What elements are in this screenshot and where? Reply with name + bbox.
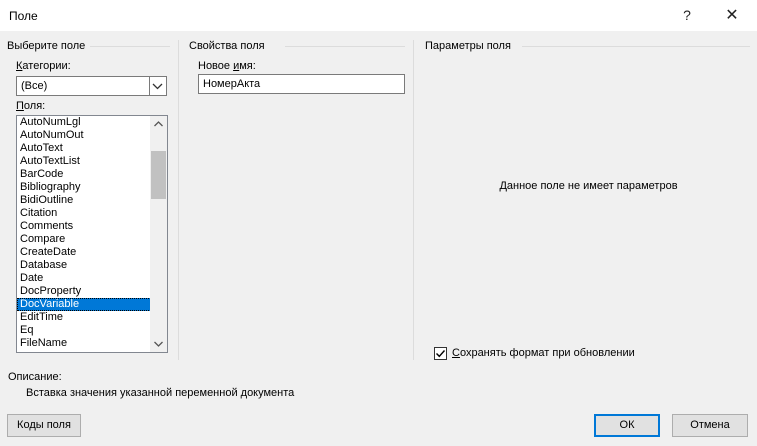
group-divider — [90, 46, 170, 47]
title-bar: Поле ? ✕ — [0, 0, 757, 31]
list-item[interactable]: Database — [17, 259, 151, 272]
description-label: Описание: — [8, 371, 62, 383]
group-divider — [522, 46, 750, 47]
field-properties-group-title: Свойства поля — [189, 40, 269, 52]
scroll-thumb[interactable] — [151, 151, 166, 199]
left-vertical-divider — [178, 40, 179, 360]
fields-list: AutoNumLgl AutoNumOut AutoText AutoTextList… — [17, 116, 151, 350]
fields-scrollbar[interactable] — [150, 116, 167, 352]
list-item[interactable]: DocProperty — [17, 285, 151, 298]
description-text: Вставка значения указанной переменной до… — [26, 387, 295, 399]
list-item[interactable]: DocVariable — [17, 298, 151, 311]
new-name-label: Новое имя: — [198, 60, 256, 72]
fields-listbox[interactable]: AutoNumLgl AutoNumOut AutoText AutoTextList… — [16, 115, 168, 353]
preserve-format-label[interactable]: Сохранять формат при обновлении — [452, 347, 635, 359]
checkmark-icon — [436, 350, 446, 358]
cancel-button[interactable]: Отмена — [672, 414, 748, 437]
scroll-down-arrow-icon[interactable] — [150, 335, 167, 352]
categories-value: (Все) — [21, 80, 48, 92]
categories-dropdown[interactable]: (Все) — [16, 76, 167, 96]
close-button[interactable]: ✕ — [717, 0, 747, 31]
new-name-value: НомерАкта — [203, 78, 261, 90]
scroll-up-arrow-icon[interactable] — [150, 116, 167, 133]
list-item[interactable]: AutoText — [17, 142, 151, 155]
list-item[interactable]: BarCode — [17, 168, 151, 181]
list-item[interactable]: AutoNumOut — [17, 129, 151, 142]
list-item[interactable]: FileName — [17, 337, 151, 350]
list-item[interactable]: AutoTextList — [17, 155, 151, 168]
group-divider — [285, 46, 405, 47]
window-title: Поле — [9, 9, 38, 23]
chevron-down-icon[interactable] — [149, 77, 166, 95]
help-button[interactable]: ? — [672, 0, 702, 31]
list-item[interactable]: Comments — [17, 220, 151, 233]
no-parameters-text: Данное поле не имеет параметров — [499, 180, 678, 192]
right-vertical-divider — [413, 40, 414, 360]
ok-button[interactable]: ОК — [594, 414, 660, 437]
list-item[interactable]: Compare — [17, 233, 151, 246]
new-name-input[interactable]: НомерАкта — [198, 74, 405, 94]
list-item[interactable]: Citation — [17, 207, 151, 220]
list-item[interactable]: CreateDate — [17, 246, 151, 259]
categories-label: Категории: — [16, 60, 71, 72]
list-item[interactable]: Eq — [17, 324, 151, 337]
preserve-format-checkbox[interactable] — [434, 347, 447, 360]
list-item[interactable]: Bibliography — [17, 181, 151, 194]
field-parameters-group-title: Параметры поля — [425, 40, 515, 52]
list-item[interactable]: Date — [17, 272, 151, 285]
list-item[interactable]: EditTime — [17, 311, 151, 324]
choose-field-group-title: Выберите поле — [7, 40, 90, 52]
list-item[interactable]: BidiOutline — [17, 194, 151, 207]
list-item[interactable]: AutoNumLgl — [17, 116, 151, 129]
fields-label: Поля: — [16, 100, 46, 112]
field-codes-button[interactable]: Коды поля — [7, 414, 81, 437]
